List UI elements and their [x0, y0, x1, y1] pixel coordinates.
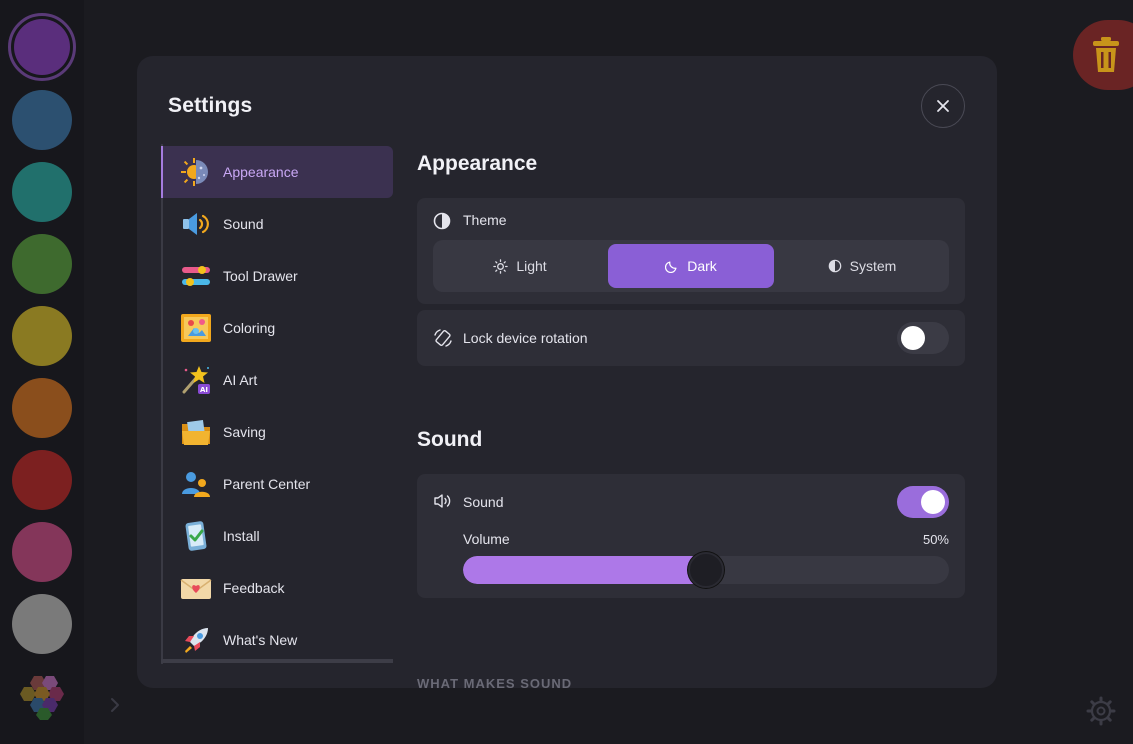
color-swatch-purple[interactable]	[8, 13, 76, 81]
color-swatch-teal[interactable]	[12, 162, 72, 222]
color-swatch-blue[interactable]	[12, 90, 72, 150]
theme-option-dark[interactable]: Dark	[608, 244, 774, 288]
trash-icon	[1093, 37, 1119, 72]
rotate-device-icon	[434, 329, 452, 347]
nav-label: Coloring	[223, 320, 276, 336]
toggle-knob	[921, 490, 945, 514]
nav-item-appearance[interactable]: Appearance	[161, 146, 393, 198]
svg-text:AI: AI	[200, 386, 208, 394]
nav-label: Install	[223, 528, 260, 544]
nav-label: Parent Center	[223, 476, 311, 492]
color-swatch-green[interactable]	[12, 234, 72, 294]
speaker-icon	[434, 494, 451, 508]
sun-moon-icon	[179, 155, 213, 189]
color-swatch-pink[interactable]	[12, 522, 72, 582]
sun-icon	[493, 258, 509, 274]
settings-modal: Settings Appearance Sound Tool Drawer Co…	[137, 56, 997, 688]
color-swatch-yellow[interactable]	[12, 306, 72, 366]
color-rail	[0, 0, 84, 744]
nav-item-ai-art[interactable]: AI AI Art	[163, 354, 393, 406]
theme-option-label: System	[849, 258, 897, 274]
lock-rotation-label: Lock device rotation	[463, 330, 588, 346]
nav-item-coloring[interactable]: Coloring	[163, 302, 393, 354]
nav-scroll-divider	[161, 659, 393, 663]
chevron-right-icon[interactable]	[108, 694, 122, 716]
half-circle-icon	[828, 259, 841, 273]
appearance-section-title: Appearance	[417, 152, 538, 175]
magic-wand-icon: AI	[179, 363, 213, 397]
nav-label: Feedback	[223, 580, 285, 596]
theme-option-system[interactable]: System	[779, 244, 945, 288]
nav-item-sound[interactable]: Sound	[163, 198, 393, 250]
settings-content[interactable]: Appearance Theme Light Dark System Lock …	[417, 144, 965, 688]
sound-toggle[interactable]	[897, 486, 949, 518]
half-circle-icon	[433, 212, 451, 230]
envelope-heart-icon	[179, 571, 213, 605]
color-palette-icon[interactable]	[16, 672, 68, 720]
close-button[interactable]	[921, 84, 965, 128]
sliders-icon	[179, 259, 213, 293]
nav-label: Sound	[223, 216, 264, 232]
modal-title: Settings	[168, 94, 253, 117]
lock-rotation-card: Lock device rotation	[417, 310, 965, 366]
theme-option-label: Dark	[687, 258, 717, 274]
phone-check-icon	[179, 519, 213, 553]
close-icon	[937, 100, 949, 112]
nav-label: What's New	[223, 632, 298, 648]
swatch-fill	[14, 19, 70, 75]
nav-label: Tool Drawer	[223, 268, 298, 284]
moon-icon	[665, 261, 677, 273]
nav-label: AI Art	[223, 372, 258, 388]
nav-label: Appearance	[223, 164, 299, 180]
settings-nav: Appearance Sound Tool Drawer Coloring AI…	[161, 144, 393, 664]
theme-label: Theme	[463, 212, 507, 228]
rocket-icon	[179, 623, 213, 657]
color-swatch-orange[interactable]	[12, 378, 72, 438]
volume-slider-fill	[463, 556, 706, 584]
toggle-knob	[901, 326, 925, 350]
nav-item-parent-center[interactable]: Parent Center	[163, 458, 393, 510]
volume-value: 50%	[922, 532, 949, 547]
people-icon	[179, 467, 213, 501]
theme-card: Theme Light Dark System	[417, 198, 965, 304]
gear-icon[interactable]	[1086, 696, 1116, 726]
color-swatch-gray[interactable]	[12, 594, 72, 654]
theme-segmented-control: Light Dark System	[433, 240, 949, 292]
picture-icon	[179, 311, 213, 345]
what-makes-sound-heading: WHAT MAKES SOUND	[417, 676, 573, 688]
sound-card: Sound Volume 50%	[417, 474, 965, 598]
volume-slider-thumb[interactable]	[688, 552, 724, 588]
sound-label: Sound	[463, 494, 504, 510]
nav-item-install[interactable]: Install	[163, 510, 393, 562]
theme-option-light[interactable]: Light	[437, 244, 603, 288]
color-swatch-red[interactable]	[12, 450, 72, 510]
folder-icon	[179, 415, 213, 449]
speaker-icon	[179, 207, 213, 241]
sound-section-title: Sound	[417, 428, 483, 451]
nav-item-saving[interactable]: Saving	[163, 406, 393, 458]
volume-label: Volume	[463, 531, 510, 547]
nav-label: Saving	[223, 424, 266, 440]
nav-item-tool-drawer[interactable]: Tool Drawer	[163, 250, 393, 302]
lock-rotation-toggle[interactable]	[897, 322, 949, 354]
theme-option-label: Light	[516, 258, 547, 274]
nav-item-feedback[interactable]: Feedback	[163, 562, 393, 614]
